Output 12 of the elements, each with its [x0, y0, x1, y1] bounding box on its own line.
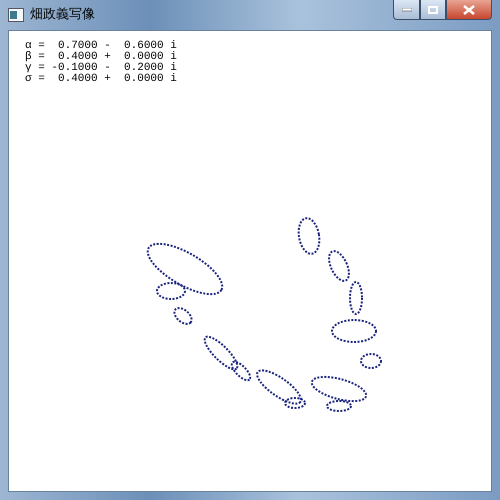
close-icon [463, 4, 475, 14]
minimize-button[interactable] [393, 0, 420, 20]
minimize-icon [402, 8, 412, 12]
maximize-icon [428, 6, 438, 14]
parameter-line: σ = 0.4000 + 0.0000 i [25, 74, 178, 85]
app-icon [8, 8, 24, 22]
close-button[interactable] [446, 0, 492, 20]
parameter-line: α = 0.7000 - 0.6000 i [25, 41, 178, 52]
parameter-line: γ = -0.1000 - 0.2000 i [25, 63, 178, 74]
window-title: 畑政義写像 [30, 6, 95, 24]
parameter-line: β = 0.4000 + 0.0000 i [25, 52, 178, 63]
maximize-button[interactable] [420, 0, 446, 20]
